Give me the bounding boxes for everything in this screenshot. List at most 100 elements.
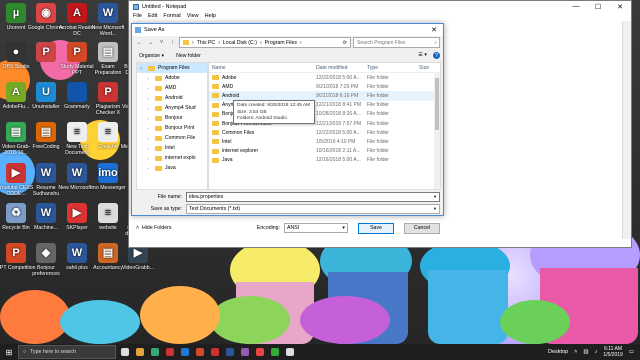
taskbar-search-input[interactable]: ○ Type here to search bbox=[18, 345, 116, 359]
breadcrumb-program-files[interactable]: Program Files bbox=[265, 40, 297, 46]
file-type: File folder bbox=[367, 74, 389, 81]
column-name[interactable]: Name bbox=[209, 65, 313, 71]
taskbar-app-icon[interactable] bbox=[163, 346, 176, 358]
chevron-right-icon[interactable]: › bbox=[147, 76, 152, 81]
taskbar-app-icon[interactable] bbox=[178, 346, 191, 358]
tree-item[interactable]: › Anymp4 Stud bbox=[137, 103, 207, 113]
taskbar-app-icon[interactable] bbox=[133, 346, 146, 358]
chevron-right-icon[interactable]: › bbox=[147, 146, 152, 151]
chevron-right-icon[interactable]: › bbox=[147, 166, 152, 171]
minimize-button[interactable]: — bbox=[565, 1, 587, 12]
menu-help[interactable]: Help bbox=[205, 13, 216, 19]
tree-item[interactable]: › Android bbox=[137, 93, 207, 103]
file-row[interactable]: AMD 9/21/2018 7:29 PM File folder bbox=[209, 82, 440, 91]
maximize-button[interactable]: ☐ bbox=[587, 1, 609, 12]
tree-item[interactable]: › Intel bbox=[137, 143, 207, 153]
column-date-modified[interactable]: Date modified bbox=[313, 65, 364, 71]
taskbar-app-icon[interactable] bbox=[283, 346, 296, 358]
refresh-icon[interactable]: ⟳ bbox=[343, 40, 350, 46]
tooltip-folders: Folders: Android Studio bbox=[237, 116, 287, 121]
up-arrow-icon[interactable]: ↑ bbox=[168, 38, 177, 47]
encoding-select[interactable]: ANSI ▾ bbox=[284, 223, 348, 233]
breadcrumb[interactable]: › This PC › Local Disk (C:) › Program Fi… bbox=[179, 37, 351, 48]
tree-item[interactable]: › AMD bbox=[137, 83, 207, 93]
file-row[interactable]: Java 12/16/2018 5:00 A... File folder bbox=[209, 156, 440, 165]
chevron-right-icon[interactable]: › bbox=[147, 136, 152, 141]
breadcrumb-this-pc[interactable]: This PC bbox=[197, 40, 215, 46]
taskbar: ⊞ ○ Type here to search Desktop ˄ ▥ ♪ 6:… bbox=[0, 344, 640, 360]
taskbar-clock[interactable]: 6:11 AM 1/5/2019 bbox=[603, 346, 622, 358]
tree-item[interactable]: › Bonjour Print bbox=[137, 123, 207, 133]
chevron-right-icon[interactable]: › bbox=[147, 156, 152, 161]
chevron-down-icon[interactable]: ˅ bbox=[157, 38, 166, 47]
back-arrow-icon[interactable]: ← bbox=[135, 38, 144, 47]
chevron-down-icon[interactable]: ˅ bbox=[140, 66, 145, 71]
tree-item[interactable]: › Common File bbox=[137, 133, 207, 143]
cancel-button[interactable]: Cancel bbox=[404, 222, 440, 234]
save-as-dialog[interactable]: Save As ✕ ← → ˅ ↑ › This PC › Local Disk… bbox=[131, 23, 444, 234]
column-type[interactable]: Type bbox=[364, 65, 416, 71]
file-row[interactable]: Common Files 12/22/2018 5:00 A... File fol… bbox=[209, 128, 440, 137]
volume-icon[interactable]: ♪ bbox=[595, 349, 598, 355]
tree-item[interactable]: › Bonjour bbox=[137, 113, 207, 123]
chevron-down-icon[interactable]: ▾ bbox=[431, 194, 439, 200]
file-row[interactable]: Intel 1/5/2019 4:10 PM File folder bbox=[209, 137, 440, 146]
forward-arrow-icon[interactable]: → bbox=[146, 38, 155, 47]
chevron-down-icon[interactable]: ▾ bbox=[431, 206, 439, 212]
navigation-pane[interactable]: ˅ Program Files › Adobe › AMD › Android › Anymp4 … bbox=[136, 62, 208, 190]
taskbar-app-icon[interactable] bbox=[148, 346, 161, 358]
windows-start-icon[interactable]: ⊞ bbox=[0, 344, 18, 360]
view-options-icon[interactable]: ☰ ▾ bbox=[418, 52, 427, 59]
file-date: 12/22/2018 5:00 A... bbox=[316, 74, 361, 81]
folder-icon bbox=[155, 95, 162, 101]
taskbar-app-icon[interactable] bbox=[223, 346, 236, 358]
taskbar-app-icon[interactable] bbox=[238, 346, 251, 358]
notifications-icon[interactable]: ▭ bbox=[629, 349, 634, 355]
new-folder-button[interactable]: New folder bbox=[176, 53, 201, 59]
chevron-right-icon[interactable]: › bbox=[147, 96, 152, 101]
file-row[interactable]: internet explorer 10/16/2018 2:11 A... Fil… bbox=[209, 147, 440, 156]
dialog-titlebar[interactable]: Save As ✕ bbox=[132, 24, 443, 36]
file-row[interactable]: Adobe 12/22/2018 5:00 A... File folder bbox=[209, 73, 440, 82]
chevron-right-icon[interactable]: › bbox=[147, 86, 152, 91]
notepad-titlebar[interactable]: Untitled - Notepad — ☐ ✕ bbox=[129, 1, 631, 12]
file-list-scrollbar[interactable] bbox=[434, 72, 440, 189]
folder-icon bbox=[212, 93, 219, 99]
organize-button[interactable]: Organize ▾ bbox=[139, 53, 164, 59]
file-name-field[interactable]: idea.properties ▾ bbox=[186, 192, 440, 202]
tree-item-label: Common File bbox=[165, 135, 196, 141]
app-icon bbox=[255, 348, 264, 356]
close-button[interactable]: ✕ bbox=[609, 1, 631, 12]
tray-chevron-icon[interactable]: ˄ bbox=[574, 349, 577, 355]
save-type-select[interactable]: Text Documents (*.txt) ▾ bbox=[186, 204, 440, 214]
search-input[interactable]: Search Program Files ⌕ bbox=[353, 37, 440, 48]
taskbar-app-icon[interactable] bbox=[118, 346, 131, 358]
menu-file[interactable]: File bbox=[133, 13, 142, 19]
tree-item[interactable]: ˅ Program Files bbox=[137, 63, 207, 73]
taskbar-app-icon[interactable] bbox=[253, 346, 266, 358]
taskbar-app-icon[interactable] bbox=[193, 346, 206, 358]
chevron-right-icon[interactable]: › bbox=[147, 126, 152, 131]
scrollbar-thumb[interactable] bbox=[435, 78, 439, 130]
save-button[interactable]: Save bbox=[358, 222, 394, 234]
notepad-scrollbar[interactable] bbox=[622, 21, 631, 239]
chevron-down-icon: ▾ bbox=[342, 225, 345, 231]
menu-edit[interactable]: Edit bbox=[148, 13, 157, 19]
column-size[interactable]: Size bbox=[416, 65, 440, 71]
network-icon[interactable]: ▥ bbox=[583, 349, 588, 355]
menu-view[interactable]: View bbox=[187, 13, 199, 19]
desktop-toolbar-label[interactable]: Desktop bbox=[548, 349, 568, 355]
breadcrumb-local-disk[interactable]: Local Disk (C:) bbox=[223, 40, 257, 46]
tree-item[interactable]: › Adobe bbox=[137, 73, 207, 83]
hide-folders-toggle[interactable]: ˄ Hide Folders bbox=[136, 225, 171, 231]
chevron-right-icon[interactable]: › bbox=[147, 106, 152, 111]
chevron-right-icon[interactable]: › bbox=[147, 116, 152, 121]
tree-item[interactable]: › Java bbox=[137, 163, 207, 173]
help-icon[interactable]: ? bbox=[433, 52, 440, 59]
taskbar-app-icon[interactable] bbox=[268, 346, 281, 358]
file-list[interactable]: Name Date modified Type Size Adobe 12/22/… bbox=[208, 62, 441, 190]
tree-item[interactable]: › internet explo bbox=[137, 153, 207, 163]
dialog-close-button[interactable]: ✕ bbox=[425, 24, 443, 36]
menu-format[interactable]: Format bbox=[163, 13, 180, 19]
taskbar-app-icon[interactable] bbox=[208, 346, 221, 358]
